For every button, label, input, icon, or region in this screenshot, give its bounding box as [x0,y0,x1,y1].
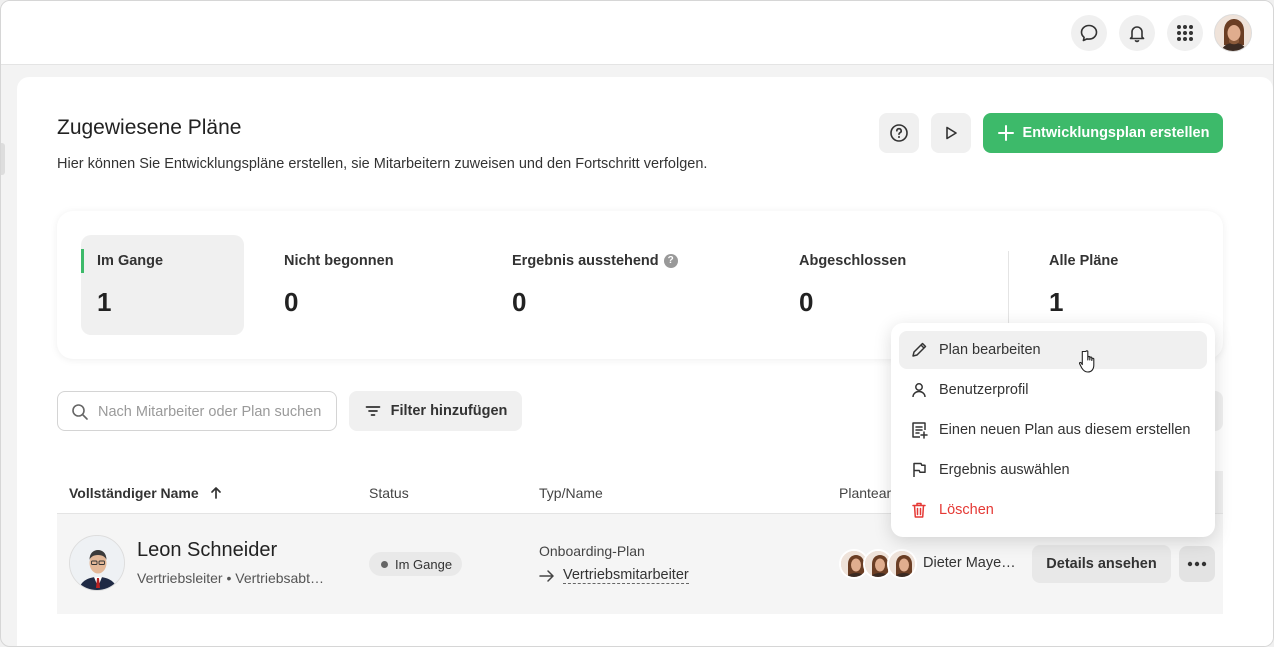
menu-item-label: Ergebnis auswählen [939,462,1070,478]
employee-name[interactable]: Leon Schneider [137,539,277,562]
stat-value: 1 [97,287,112,317]
arrow-right-icon [539,569,554,582]
stat-completed[interactable]: Abgeschlossen 0 [785,235,985,335]
trash-icon [899,501,939,519]
play-tutorial-button[interactable] [931,113,971,153]
plus-icon [997,125,1014,141]
apps-grid-icon[interactable] [1167,15,1203,51]
column-header-status[interactable]: Status [369,485,409,501]
plan-name-link[interactable]: Vertriebsmitarbeiter [539,567,689,584]
status-label: Im Gange [395,556,453,572]
stats-divider [1008,251,1009,325]
menu-item-create-from-plan[interactable]: Einen neuen Plan aus diesem erstellen [899,411,1207,449]
document-add-icon [899,420,939,440]
pencil-icon [899,341,939,359]
column-header-name[interactable]: Vollständiger Name [69,485,223,501]
menu-item-select-result[interactable]: Ergebnis auswählen [899,451,1207,489]
bell-icon[interactable] [1119,15,1155,51]
page-title: Zugewiesene Pläne [57,116,242,139]
stat-value: 0 [512,287,527,317]
page-subtitle: Hier können Sie Entwicklungspläne erstel… [57,156,708,172]
app-window: Zugewiesene Pläne Hier können Sie Entwic… [0,0,1274,647]
team-member-avatar [887,549,917,579]
menu-item-label: Benutzerprofil [939,382,1029,398]
create-plan-label: Entwicklungsplan erstellen [1022,125,1210,141]
employee-role: Vertriebsleiter • Vertriebsabt… [137,570,324,586]
more-actions-button[interactable] [1179,546,1215,582]
sort-ascending-icon [210,487,221,499]
person-icon [899,381,939,399]
user-avatar[interactable] [1214,14,1252,52]
column-header-type[interactable]: Typ/Name [539,485,603,501]
menu-item-label: Löschen [939,502,994,518]
help-icon [890,124,908,142]
info-icon[interactable]: ? [663,254,678,269]
stat-label: Ergebnis ausstehend [512,253,659,269]
stat-label: Nicht begonnen [284,253,394,269]
add-filter-button[interactable]: Filter hinzufügen [349,391,522,431]
menu-item-delete[interactable]: Löschen [899,491,1207,529]
stat-result-pending[interactable]: Ergebnis ausstehend? 0 [497,235,737,335]
employee-avatar [69,535,125,591]
stat-value: 0 [799,287,814,317]
stat-in-progress[interactable]: Im Gange 1 [81,235,244,335]
play-icon [946,126,957,140]
stat-value: 0 [284,287,299,317]
stat-not-started[interactable]: Nicht begonnen 0 [267,235,467,335]
create-plan-button[interactable]: Entwicklungsplan erstellen [983,113,1223,153]
hand-cursor-icon [1079,350,1095,373]
search-box [57,391,337,431]
chat-icon[interactable] [1071,15,1107,51]
stat-label: Im Gange [97,253,164,269]
plan-type: Onboarding-Plan [539,543,645,559]
help-button[interactable] [879,113,919,153]
plan-name: Vertriebsmitarbeiter [563,567,689,584]
menu-item-edit-plan[interactable]: Plan bearbeiten [899,331,1207,369]
search-icon [72,404,88,420]
stat-label: Alle Pläne [1049,253,1119,269]
stat-value: 1 [1049,287,1064,317]
side-panel-handle[interactable] [1,143,5,175]
add-filter-label: Filter hinzufügen [390,403,508,419]
status-dot [381,560,388,568]
top-bar [1,1,1273,65]
status-badge: Im Gange [369,552,463,576]
menu-item-label: Einen neuen Plan aus diesem erstellen [939,422,1191,438]
stat-label: Abgeschlossen [799,253,907,269]
menu-item-user-profile[interactable]: Benutzerprofil [899,371,1207,409]
more-dots-icon [1187,561,1207,567]
column-header-team[interactable]: Planteam [839,485,898,501]
flag-icon [899,461,939,479]
plan-team-name: Dieter Maye… [923,555,1016,571]
stat-all-plans[interactable]: Alle Pläne 1 [1035,235,1215,335]
menu-item-label: Plan bearbeiten [939,342,1041,358]
row-actions-menu: Plan bearbeiten Benutzerprofil Einen neu… [891,323,1215,537]
search-input[interactable] [98,401,326,423]
view-details-button[interactable]: Details ansehen [1032,545,1171,583]
filter-icon [365,406,380,416]
